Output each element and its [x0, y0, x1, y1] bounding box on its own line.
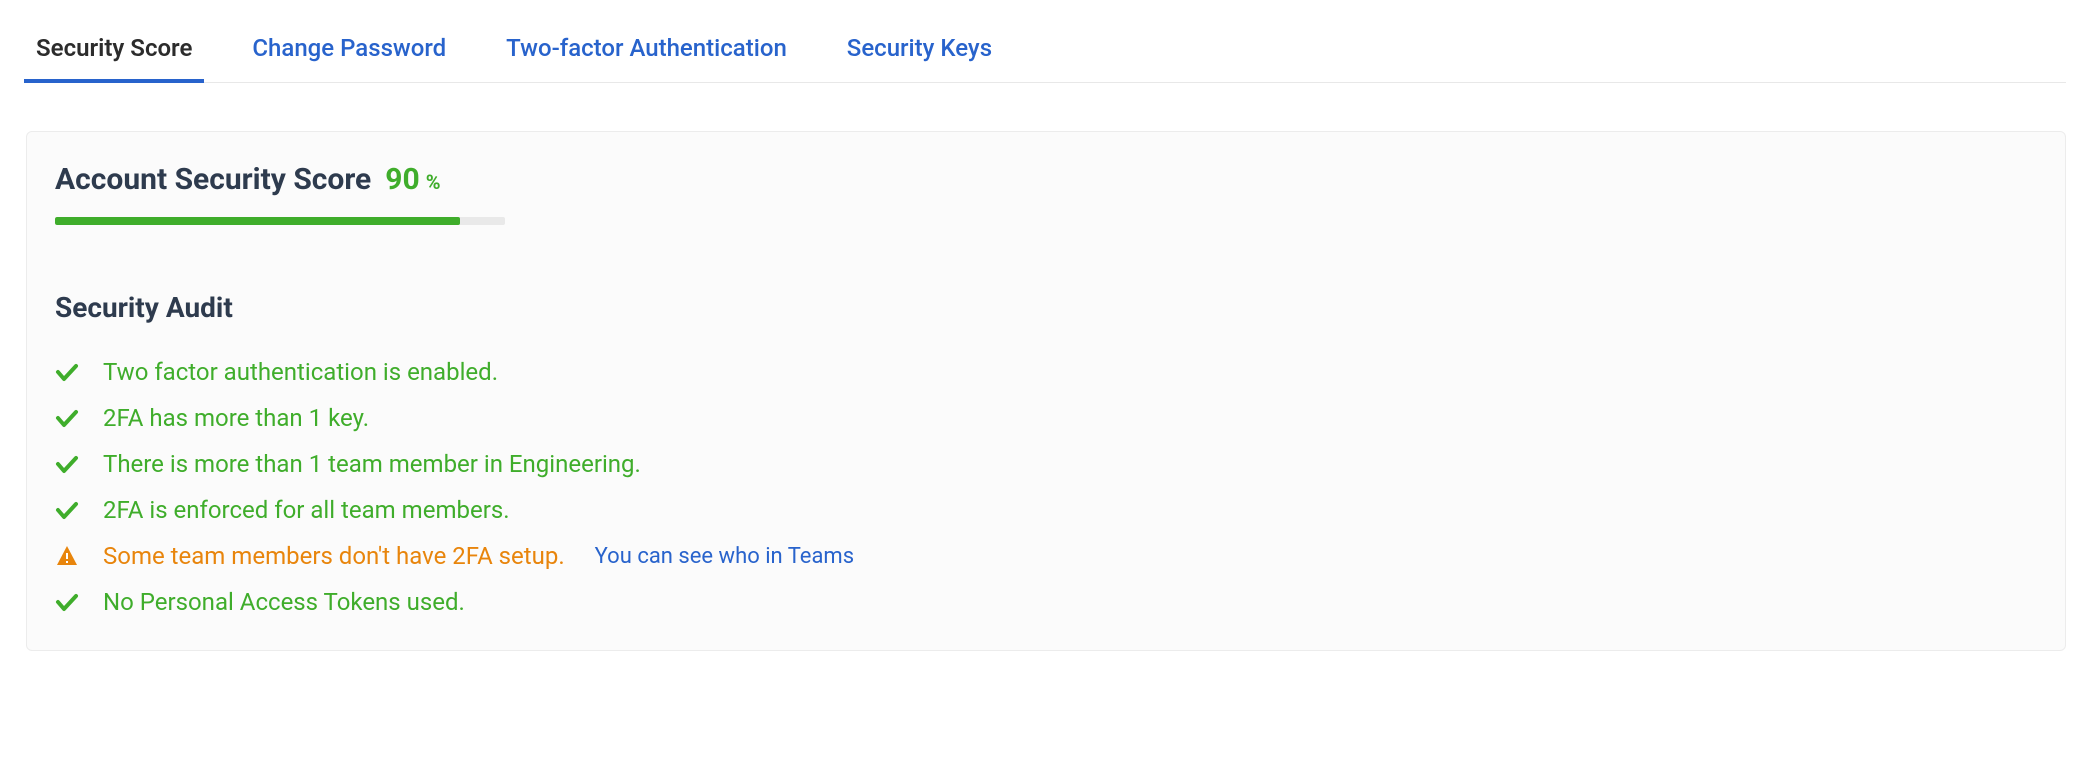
security-score-panel: Account Security Score 90 % Security Aud… — [26, 131, 2066, 651]
check-icon — [55, 590, 79, 614]
check-icon — [55, 360, 79, 384]
audit-item: 2FA is enforced for all team members. — [55, 496, 2037, 524]
tab-security-score[interactable]: Security Score — [36, 20, 192, 82]
score-progress-bar — [55, 217, 505, 225]
tab-label: Security Keys — [847, 34, 992, 62]
audit-item: 2FA has more than 1 key. — [55, 404, 2037, 432]
audit-item: There is more than 1 team member in Engi… — [55, 450, 2037, 478]
audit-item: No Personal Access Tokens used. — [55, 588, 2037, 616]
security-audit-heading: Security Audit — [55, 291, 2037, 324]
audit-text: 2FA has more than 1 key. — [103, 404, 369, 432]
score-header: Account Security Score 90 % — [55, 162, 2037, 197]
tab-change-password[interactable]: Change Password — [252, 20, 446, 82]
audit-item: Some team members don't have 2FA setup. … — [55, 542, 2037, 570]
score-value: 90 — [385, 162, 419, 197]
tab-label: Two-factor Authentication — [506, 34, 787, 62]
tab-security-keys[interactable]: Security Keys — [847, 20, 992, 82]
audit-teams-link[interactable]: You can see who in Teams — [595, 544, 854, 569]
tab-two-factor-auth[interactable]: Two-factor Authentication — [506, 20, 787, 82]
audit-text: Two factor authentication is enabled. — [103, 358, 498, 386]
check-icon — [55, 406, 79, 430]
tab-label: Security Score — [36, 34, 192, 62]
tab-label: Change Password — [252, 34, 446, 62]
audit-list: Two factor authentication is enabled. 2F… — [55, 358, 2037, 616]
check-icon — [55, 498, 79, 522]
audit-item: Two factor authentication is enabled. — [55, 358, 2037, 386]
audit-text: No Personal Access Tokens used. — [103, 588, 465, 616]
warning-icon — [55, 544, 79, 568]
audit-text: Some team members don't have 2FA setup. — [103, 542, 565, 570]
audit-text: 2FA is enforced for all team members. — [103, 496, 510, 524]
check-icon — [55, 452, 79, 476]
audit-text: There is more than 1 team member in Engi… — [103, 450, 641, 478]
score-progress-fill — [55, 217, 460, 225]
tabs-bar: Security Score Change Password Two-facto… — [26, 20, 2066, 83]
score-label: Account Security Score — [55, 162, 371, 197]
score-percent-symbol: % — [426, 170, 441, 194]
